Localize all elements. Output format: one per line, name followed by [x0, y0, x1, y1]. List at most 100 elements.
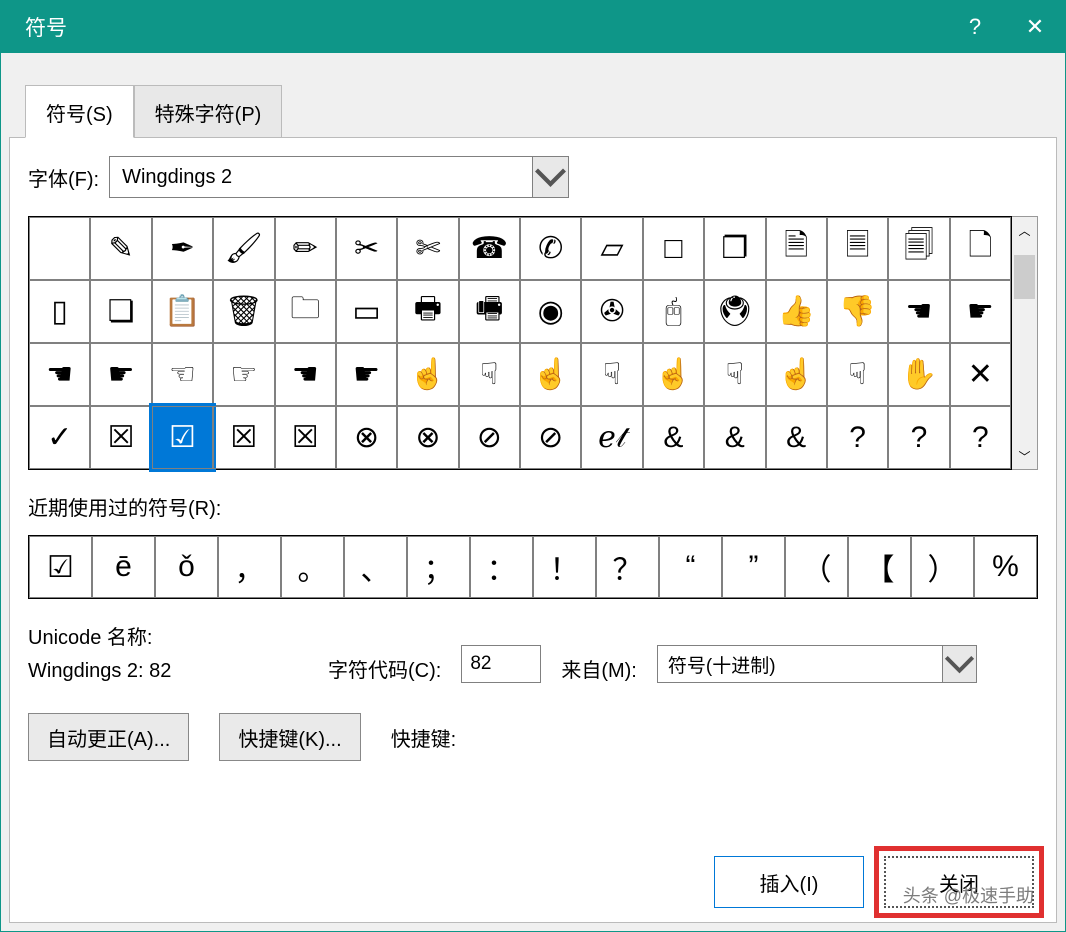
scissors-icon[interactable]: ✂	[336, 217, 397, 280]
disc-icon[interactable]: ◉	[520, 280, 581, 343]
close-button[interactable]: 关闭	[884, 856, 1034, 908]
fist-left-icon[interactable]: ☚	[29, 343, 90, 406]
hand-open-icon[interactable]: ✋	[888, 343, 949, 406]
point-right-solid-icon[interactable]: ☛	[950, 280, 1011, 343]
documents-icon[interactable]: 🗐	[888, 217, 949, 280]
prohibited-2-icon[interactable]: ⊘	[520, 406, 581, 469]
recent-quote-open[interactable]: “	[659, 536, 722, 598]
trash-icon[interactable]: 🗑	[213, 280, 274, 343]
prohibited-icon[interactable]: ⊘	[459, 406, 520, 469]
point-up-outline-icon[interactable]: ☝	[397, 343, 458, 406]
close-window-button[interactable]: ✕	[1005, 1, 1065, 53]
recent-question[interactable]: ？	[596, 536, 659, 598]
chevron-down-icon[interactable]	[532, 157, 568, 197]
scroll-up-icon[interactable]: ︿	[1012, 217, 1037, 243]
ampersand-bold-icon[interactable]: &	[643, 406, 704, 469]
stack-icon[interactable]: ❏	[90, 280, 151, 343]
trackball-icon[interactable]: 🖲	[704, 280, 765, 343]
question-script-icon[interactable]: ?	[950, 406, 1011, 469]
thumbs-down-icon[interactable]: 👎	[827, 280, 888, 343]
page-corner-icon[interactable]: 🗋	[950, 217, 1011, 280]
char-code-input[interactable]	[461, 645, 541, 683]
symbol-dialog: 符号 ? ✕ 符号(S) 特殊字符(P) 字体(F): Wingdings 2 …	[0, 0, 1066, 932]
recent-e-macron[interactable]: ē	[92, 536, 155, 598]
mouse-icon[interactable]: 🖰	[643, 280, 704, 343]
point-down-outline-icon[interactable]: ☟	[459, 343, 520, 406]
check-icon[interactable]: ✓	[29, 406, 90, 469]
circled-x-icon[interactable]: ⊗	[336, 406, 397, 469]
fax-icon[interactable]: 🖷	[459, 280, 520, 343]
insert-button[interactable]: 插入(I)	[714, 856, 864, 908]
recent-bracket-open[interactable]: 【	[848, 536, 911, 598]
rounded-rect-icon[interactable]: ▭	[336, 280, 397, 343]
handset-icon[interactable]: ✆	[520, 217, 581, 280]
ballot-x-bold-icon[interactable]: ☒	[275, 406, 336, 469]
finger-up-1-icon[interactable]: ☝	[643, 343, 704, 406]
recent-colon[interactable]: ：	[470, 536, 533, 598]
scrollbar[interactable]: ︿ ﹀	[1012, 216, 1038, 470]
recent-check[interactable]: ☑	[29, 536, 92, 598]
thumbs-up-icon[interactable]: 👍	[766, 280, 827, 343]
recent-paren-close[interactable]: ）	[911, 536, 974, 598]
document-icon[interactable]: 🗎	[766, 217, 827, 280]
fist-right-icon[interactable]: ☛	[90, 343, 151, 406]
tab-special-chars[interactable]: 特殊字符(P)	[134, 85, 283, 138]
recent-percent[interactable]: %	[974, 536, 1037, 598]
recent-comma[interactable]: ，	[218, 536, 281, 598]
recent-period[interactable]: 。	[281, 536, 344, 598]
telephone-icon[interactable]: ☎	[459, 217, 520, 280]
document-lines-icon[interactable]: 🗏	[827, 217, 888, 280]
point-right-filled-icon[interactable]: ☛	[336, 343, 397, 406]
pen-icon[interactable]: ✎	[90, 217, 151, 280]
from-select[interactable]: 符号(十进制)	[657, 645, 977, 683]
folder-icon[interactable]: 🗀	[275, 280, 336, 343]
recent-semicolon[interactable]: ；	[407, 536, 470, 598]
question-bold-icon[interactable]: ?	[827, 406, 888, 469]
finger-down-1-icon[interactable]: ☟	[704, 343, 765, 406]
circled-x-2-icon[interactable]: ⊗	[397, 406, 458, 469]
chevron-down-icon[interactable]	[942, 646, 976, 682]
pages-icon[interactable]: ❐	[704, 217, 765, 280]
blank-page-icon[interactable]: ▯	[29, 280, 90, 343]
clipboard-icon[interactable]: 📋	[152, 280, 213, 343]
shortcut-key-button[interactable]: 快捷键(K)...	[219, 713, 360, 761]
pencil-icon[interactable]: ✏	[275, 217, 336, 280]
scroll-down-icon[interactable]: ﹀	[1012, 443, 1037, 469]
point-down-solid2-icon[interactable]: ☟	[581, 343, 642, 406]
et-script-icon[interactable]: ℯ𝓉	[581, 406, 642, 469]
help-button[interactable]: ?	[945, 1, 1005, 53]
tape-icon[interactable]: ✇	[581, 280, 642, 343]
recent-paren-open[interactable]: （	[785, 536, 848, 598]
ballot-check-icon[interactable]: ☑	[152, 406, 213, 469]
recent-enum-comma[interactable]: 、	[344, 536, 407, 598]
auto-correct-button[interactable]: 自动更正(A)...	[28, 713, 189, 761]
printer-icon[interactable]: 🖶	[397, 280, 458, 343]
page-icon[interactable]: ▱	[581, 217, 642, 280]
brush-icon[interactable]: 🖌	[213, 217, 274, 280]
finger-up-2-icon[interactable]: ☝	[766, 343, 827, 406]
question-italic-icon[interactable]: ?	[888, 406, 949, 469]
ampersand-italic-icon[interactable]: &	[766, 406, 827, 469]
scroll-track[interactable]	[1012, 243, 1037, 443]
recent-exclaim[interactable]: ！	[533, 536, 596, 598]
point-left-filled-icon[interactable]: ☚	[275, 343, 336, 406]
square-icon[interactable]: □	[643, 217, 704, 280]
fist-outline-right-icon[interactable]: ☞	[213, 343, 274, 406]
fountain-pen-icon[interactable]: ✒	[152, 217, 213, 280]
tab-symbols[interactable]: 符号(S)	[25, 85, 134, 138]
recent-quote-close[interactable]: ”	[722, 536, 785, 598]
ballot-x-icon[interactable]: ☒	[90, 406, 151, 469]
ampersand-script-icon[interactable]: &	[704, 406, 765, 469]
scissors-open-icon[interactable]: ✄	[397, 217, 458, 280]
fist-outline-left-icon[interactable]: ☜	[152, 343, 213, 406]
panel: 字体(F): Wingdings 2 ✎✒🖌✏✂✄☎✆▱□❐🗎🗏🗐🗋▯❏📋🗑🗀▭…	[9, 137, 1057, 923]
scroll-thumb[interactable]	[1014, 255, 1035, 299]
finger-down-2-icon[interactable]: ☟	[827, 343, 888, 406]
ballot-x-2-icon[interactable]: ☒	[213, 406, 274, 469]
font-select[interactable]: Wingdings 2	[109, 156, 569, 198]
point-left-solid-icon[interactable]: ☚	[888, 280, 949, 343]
x-mark-icon[interactable]: ✕	[950, 343, 1011, 406]
recent-o-caron[interactable]: ǒ	[155, 536, 218, 598]
point-up-solid2-icon[interactable]: ☝	[520, 343, 581, 406]
blank[interactable]	[29, 217, 90, 280]
